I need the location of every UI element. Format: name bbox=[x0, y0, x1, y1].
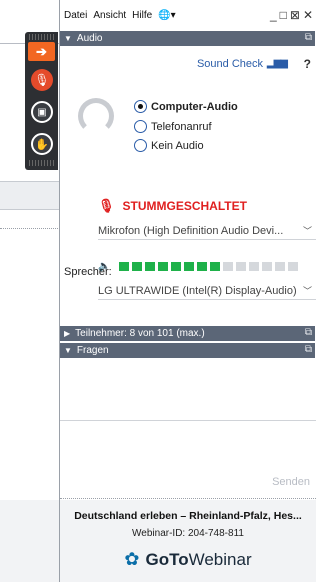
help-icon[interactable]: ? bbox=[304, 57, 311, 71]
webinar-id: Webinar-ID: 204-748-811 bbox=[132, 528, 244, 539]
webinar-title: Deutschland erleben – Rheinland-Pfalz, H… bbox=[74, 510, 302, 522]
grab-handle-bottom[interactable] bbox=[29, 160, 54, 166]
speaker-label: Sprecher: bbox=[64, 266, 112, 278]
microphone-level-meter: 🔈 bbox=[98, 261, 299, 272]
level-segment bbox=[262, 262, 273, 271]
attendees-section-header[interactable]: ▶ Teilnehmer: 8 von 101 (max.) ⧉ bbox=[60, 326, 315, 341]
muted-label: STUMMGESCHALTET bbox=[122, 199, 247, 213]
hand-icon: ✋ bbox=[35, 138, 49, 151]
question-input[interactable]: Senden bbox=[60, 420, 316, 498]
footer: Deutschland erleben – Rheinland-Pfalz, H… bbox=[60, 500, 316, 582]
menu-datei[interactable]: Datei bbox=[64, 10, 87, 21]
level-segment bbox=[275, 262, 286, 271]
background-band bbox=[0, 181, 60, 210]
raise-hand-button[interactable]: ✋ bbox=[31, 133, 53, 155]
close-button[interactable]: ✕ bbox=[303, 8, 313, 22]
footer-divider bbox=[60, 498, 316, 499]
collapse-triangle-icon: ▼ bbox=[64, 34, 72, 43]
radio-button[interactable] bbox=[134, 139, 147, 152]
muted-status: 🎙 STUMMGESCHALTET bbox=[98, 198, 247, 214]
audio-header-label: Audio bbox=[76, 33, 103, 44]
level-segment bbox=[236, 262, 247, 271]
level-segment bbox=[184, 262, 195, 271]
popout-icon[interactable]: ⧉ bbox=[305, 344, 312, 355]
expand-triangle-icon: ▶ bbox=[64, 329, 71, 338]
radio-computer-audio[interactable]: Computer-Audio bbox=[134, 100, 238, 113]
background-dotted-line bbox=[0, 228, 60, 229]
level-segment bbox=[132, 262, 143, 271]
collapse-panel-button[interactable]: ➔ bbox=[28, 42, 55, 61]
send-button[interactable]: Senden bbox=[272, 476, 310, 488]
microphone-value: Mikrofon (High Definition Audio Devi... bbox=[98, 224, 284, 237]
microphone-select[interactable]: Mikrofon (High Definition Audio Devi... … bbox=[98, 222, 316, 240]
window-controls: _ □ ⊠ ✕ bbox=[270, 8, 313, 22]
radio-button[interactable] bbox=[134, 120, 147, 133]
radio-label: Kein Audio bbox=[151, 139, 204, 152]
mute-microphone-button[interactable]: 🎙 bbox=[31, 69, 53, 91]
level-segment bbox=[197, 262, 208, 271]
popout-icon[interactable]: ⧉ bbox=[305, 327, 312, 338]
speaker-select[interactable]: LG ULTRAWIDE (Intel(R) Display-Audio) ﹀ bbox=[98, 282, 316, 300]
screen-view-button[interactable]: ▣ bbox=[31, 101, 53, 123]
language-globe-icon[interactable]: 🌐▾ bbox=[158, 10, 175, 21]
window-icon: ▣ bbox=[37, 106, 47, 118]
microphone-off-icon: 🎙 bbox=[98, 198, 115, 213]
sound-check-link[interactable]: Sound Check bbox=[197, 58, 263, 70]
level-segment bbox=[288, 262, 299, 271]
level-segment bbox=[223, 262, 234, 271]
level-segment bbox=[249, 262, 260, 271]
audio-section: Sound Check ▂▆▆ ? Computer-Audio Telefon… bbox=[60, 46, 316, 300]
radio-kein-audio[interactable]: Kein Audio bbox=[134, 139, 204, 152]
grab-handle-top[interactable] bbox=[29, 34, 54, 40]
menu-ansicht[interactable]: Ansicht bbox=[93, 10, 126, 21]
headset-icon bbox=[78, 98, 114, 134]
minimize-button[interactable]: _ bbox=[270, 8, 277, 22]
chevron-down-icon: ﹀ bbox=[302, 226, 312, 236]
background-footer bbox=[0, 500, 60, 582]
attendees-header-label: Teilnehmer: 8 von 101 (max.) bbox=[75, 328, 205, 339]
gotowebinar-flower-icon: ✿ bbox=[124, 549, 140, 569]
level-segment bbox=[119, 262, 130, 271]
chevron-down-icon: ﹀ bbox=[302, 286, 312, 296]
audio-meter-icon[interactable]: ▂▆▆ bbox=[267, 58, 288, 69]
questions-header-label: Fragen bbox=[76, 345, 109, 356]
radio-button-selected[interactable] bbox=[134, 100, 147, 113]
gotowebinar-logo: ✿ GoTo Webinar bbox=[60, 549, 316, 570]
level-segment bbox=[171, 262, 182, 271]
menu-hilfe[interactable]: Hilfe bbox=[132, 10, 152, 21]
level-segment bbox=[158, 262, 169, 271]
speaker-area bbox=[60, 298, 315, 326]
audio-section-header[interactable]: ▼ Audio ⧉ bbox=[60, 31, 315, 46]
restore-button[interactable]: □ bbox=[280, 8, 287, 22]
logo-goto-text: GoTo bbox=[145, 549, 189, 569]
radio-label: Computer-Audio bbox=[151, 100, 238, 113]
microphone-muted-icon: 🎙 bbox=[34, 73, 50, 87]
radio-label: Telefonanruf bbox=[151, 120, 212, 133]
grab-tab: ➔ 🎙 ▣ ✋ bbox=[25, 32, 58, 170]
logo-webinar-text: Webinar bbox=[188, 549, 252, 569]
speaker-value: LG ULTRAWIDE (Intel(R) Display-Audio) bbox=[98, 284, 297, 297]
collapse-triangle-icon: ▼ bbox=[64, 346, 72, 355]
popout-icon[interactable]: ⧉ bbox=[305, 32, 312, 43]
close-box-button[interactable]: ⊠ bbox=[290, 8, 300, 22]
level-segment bbox=[210, 262, 221, 271]
control-panel: Datei Ansicht Hilfe 🌐▾ _ □ ⊠ ✕ ▼ Audio ⧉… bbox=[59, 0, 316, 582]
questions-section-header[interactable]: ▼ Fragen ⧉ bbox=[60, 343, 315, 358]
level-segment bbox=[145, 262, 156, 271]
radio-telefonanruf[interactable]: Telefonanruf bbox=[134, 120, 212, 133]
